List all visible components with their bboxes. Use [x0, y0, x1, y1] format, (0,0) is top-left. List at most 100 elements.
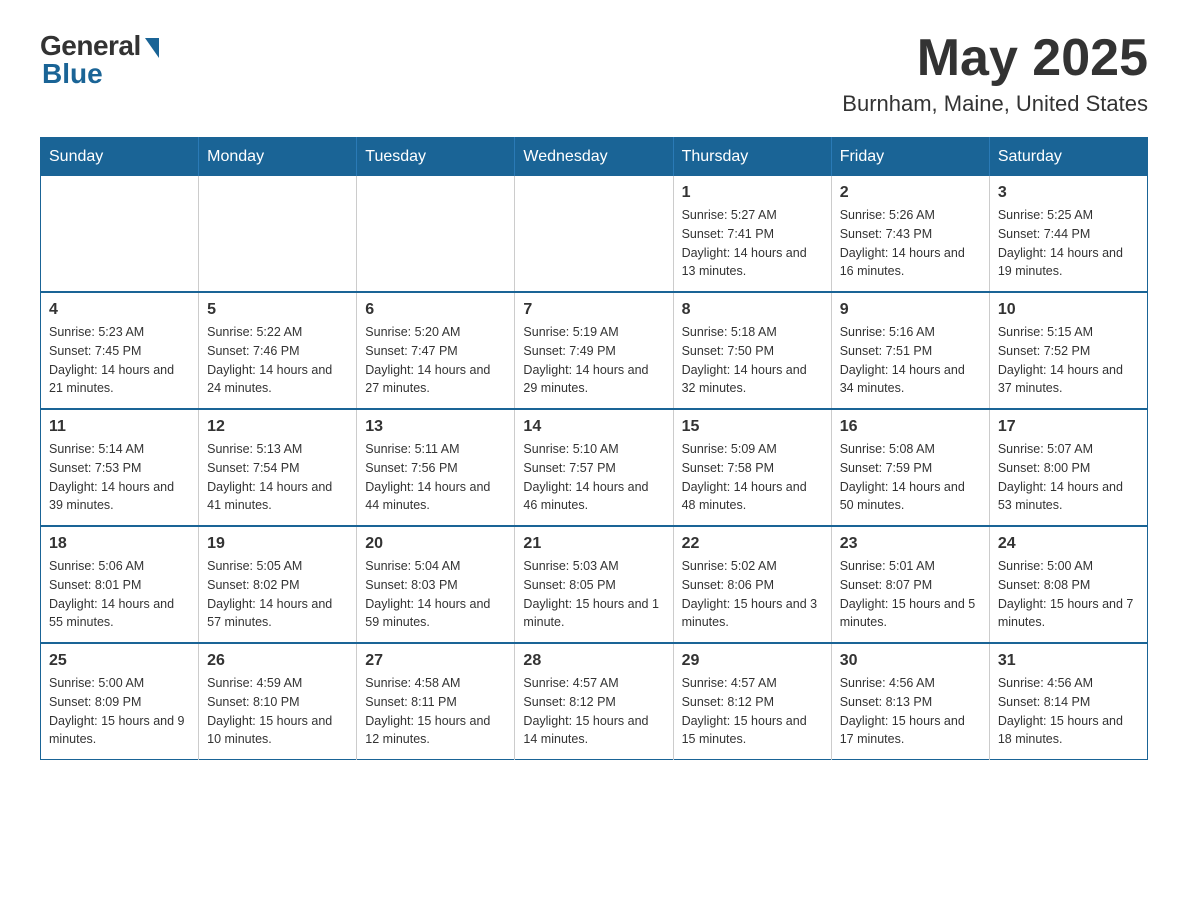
title-section: May 2025 Burnham, Maine, United States	[842, 30, 1148, 117]
calendar-cell: 24 Sunrise: 5:00 AMSunset: 8:08 PMDayligh…	[989, 526, 1147, 643]
day-number: 16	[840, 418, 981, 436]
calendar-week-3: 11 Sunrise: 5:14 AMSunset: 7:53 PMDayligh…	[41, 409, 1148, 526]
day-number: 12	[207, 418, 348, 436]
day-info: Sunrise: 5:04 AMSunset: 8:03 PMDaylight:…	[365, 557, 506, 632]
calendar-cell: 13 Sunrise: 5:11 AMSunset: 7:56 PMDayligh…	[357, 409, 515, 526]
day-number: 11	[49, 418, 190, 436]
header-saturday: Saturday	[989, 138, 1147, 177]
calendar-cell: 8 Sunrise: 5:18 AMSunset: 7:50 PMDaylight…	[673, 292, 831, 409]
calendar-cell: 30 Sunrise: 4:56 AMSunset: 8:13 PMDayligh…	[831, 643, 989, 760]
day-number: 7	[523, 301, 664, 319]
day-number: 27	[365, 652, 506, 670]
calendar-cell: 1Sunrise: 5:27 AMSunset: 7:41 PMDaylight…	[673, 176, 831, 292]
day-info: Sunrise: 4:59 AMSunset: 8:10 PMDaylight:…	[207, 674, 348, 749]
day-info: Sunrise: 5:08 AMSunset: 7:59 PMDaylight:…	[840, 440, 981, 515]
calendar-cell: 21 Sunrise: 5:03 AMSunset: 8:05 PMDayligh…	[515, 526, 673, 643]
day-info: Sunrise: 5:07 AMSunset: 8:00 PMDaylight:…	[998, 440, 1139, 515]
calendar-cell: 5 Sunrise: 5:22 AMSunset: 7:46 PMDaylight…	[199, 292, 357, 409]
day-info: Sunrise: 5:03 AMSunset: 8:05 PMDaylight:…	[523, 557, 664, 632]
day-info: Sunrise: 5:06 AMSunset: 8:01 PMDaylight:…	[49, 557, 190, 632]
day-info: Sunrise: 5:11 AMSunset: 7:56 PMDaylight:…	[365, 440, 506, 515]
logo: General Blue	[40, 30, 159, 90]
calendar-cell: 9 Sunrise: 5:16 AMSunset: 7:51 PMDaylight…	[831, 292, 989, 409]
day-number: 14	[523, 418, 664, 436]
day-number: 4	[49, 301, 190, 319]
calendar-cell: 29Sunrise: 4:57 AMSunset: 8:12 PMDayligh…	[673, 643, 831, 760]
calendar-week-5: 25 Sunrise: 5:00 AMSunset: 8:09 PMDayligh…	[41, 643, 1148, 760]
calendar-cell: 2Sunrise: 5:26 AMSunset: 7:43 PMDaylight…	[831, 176, 989, 292]
day-info: Sunrise: 5:09 AMSunset: 7:58 PMDaylight:…	[682, 440, 823, 515]
calendar-cell: 19 Sunrise: 5:05 AMSunset: 8:02 PMDayligh…	[199, 526, 357, 643]
day-number: 10	[998, 301, 1139, 319]
day-number: 20	[365, 535, 506, 553]
day-number: 25	[49, 652, 190, 670]
day-info: Sunrise: 5:27 AMSunset: 7:41 PMDaylight:…	[682, 206, 823, 281]
day-info: Sunrise: 4:57 AMSunset: 8:12 PMDaylight:…	[682, 674, 823, 749]
day-info: Sunrise: 5:18 AMSunset: 7:50 PMDaylight:…	[682, 323, 823, 398]
calendar-week-1: 1Sunrise: 5:27 AMSunset: 7:41 PMDaylight…	[41, 176, 1148, 292]
day-info: Sunrise: 5:19 AMSunset: 7:49 PMDaylight:…	[523, 323, 664, 398]
calendar-cell: 15 Sunrise: 5:09 AMSunset: 7:58 PMDayligh…	[673, 409, 831, 526]
day-number: 13	[365, 418, 506, 436]
logo-arrow-icon	[145, 38, 159, 58]
day-info: Sunrise: 5:05 AMSunset: 8:02 PMDaylight:…	[207, 557, 348, 632]
day-info: Sunrise: 5:02 AMSunset: 8:06 PMDaylight:…	[682, 557, 823, 632]
header: General Blue May 2025 Burnham, Maine, Un…	[40, 30, 1148, 117]
calendar-cell: 25 Sunrise: 5:00 AMSunset: 8:09 PMDayligh…	[41, 643, 199, 760]
day-info: Sunrise: 5:00 AMSunset: 8:09 PMDaylight:…	[49, 674, 190, 749]
calendar-cell: 23 Sunrise: 5:01 AMSunset: 8:07 PMDayligh…	[831, 526, 989, 643]
day-info: Sunrise: 5:15 AMSunset: 7:52 PMDaylight:…	[998, 323, 1139, 398]
day-info: Sunrise: 5:22 AMSunset: 7:46 PMDaylight:…	[207, 323, 348, 398]
header-friday: Friday	[831, 138, 989, 177]
day-number: 5	[207, 301, 348, 319]
calendar-cell: 11 Sunrise: 5:14 AMSunset: 7:53 PMDayligh…	[41, 409, 199, 526]
day-info: Sunrise: 5:14 AMSunset: 7:53 PMDaylight:…	[49, 440, 190, 515]
calendar-cell: 27Sunrise: 4:58 AMSunset: 8:11 PMDayligh…	[357, 643, 515, 760]
day-info: Sunrise: 5:20 AMSunset: 7:47 PMDaylight:…	[365, 323, 506, 398]
day-number: 18	[49, 535, 190, 553]
location-title: Burnham, Maine, United States	[842, 91, 1148, 117]
day-number: 9	[840, 301, 981, 319]
day-info: Sunrise: 5:13 AMSunset: 7:54 PMDaylight:…	[207, 440, 348, 515]
day-info: Sunrise: 5:01 AMSunset: 8:07 PMDaylight:…	[840, 557, 981, 632]
calendar-cell	[357, 176, 515, 292]
calendar-cell: 12 Sunrise: 5:13 AMSunset: 7:54 PMDayligh…	[199, 409, 357, 526]
calendar-cell: 28 Sunrise: 4:57 AMSunset: 8:12 PMDayligh…	[515, 643, 673, 760]
day-info: Sunrise: 4:56 AMSunset: 8:13 PMDaylight:…	[840, 674, 981, 749]
logo-blue-text: Blue	[42, 58, 103, 90]
day-number: 24	[998, 535, 1139, 553]
header-monday: Monday	[199, 138, 357, 177]
day-number: 8	[682, 301, 823, 319]
calendar-cell: 4 Sunrise: 5:23 AMSunset: 7:45 PMDaylight…	[41, 292, 199, 409]
day-number: 6	[365, 301, 506, 319]
month-title: May 2025	[842, 30, 1148, 87]
day-number: 19	[207, 535, 348, 553]
day-number: 21	[523, 535, 664, 553]
header-tuesday: Tuesday	[357, 138, 515, 177]
day-info: Sunrise: 5:10 AMSunset: 7:57 PMDaylight:…	[523, 440, 664, 515]
calendar-cell	[515, 176, 673, 292]
calendar-cell: 16 Sunrise: 5:08 AMSunset: 7:59 PMDayligh…	[831, 409, 989, 526]
day-number: 3	[998, 184, 1139, 202]
day-info: Sunrise: 4:57 AMSunset: 8:12 PMDaylight:…	[523, 674, 664, 749]
calendar-cell: 10 Sunrise: 5:15 AMSunset: 7:52 PMDayligh…	[989, 292, 1147, 409]
header-sunday: Sunday	[41, 138, 199, 177]
day-info: Sunrise: 5:23 AMSunset: 7:45 PMDaylight:…	[49, 323, 190, 398]
day-info: Sunrise: 5:16 AMSunset: 7:51 PMDaylight:…	[840, 323, 981, 398]
calendar-header-row: SundayMondayTuesdayWednesdayThursdayFrid…	[41, 138, 1148, 177]
day-info: Sunrise: 5:00 AMSunset: 8:08 PMDaylight:…	[998, 557, 1139, 632]
day-number: 23	[840, 535, 981, 553]
header-wednesday: Wednesday	[515, 138, 673, 177]
header-thursday: Thursday	[673, 138, 831, 177]
calendar-cell: 20 Sunrise: 5:04 AMSunset: 8:03 PMDayligh…	[357, 526, 515, 643]
day-number: 15	[682, 418, 823, 436]
calendar-cell: 26Sunrise: 4:59 AMSunset: 8:10 PMDayligh…	[199, 643, 357, 760]
calendar-cell: 22Sunrise: 5:02 AMSunset: 8:06 PMDayligh…	[673, 526, 831, 643]
calendar-week-4: 18 Sunrise: 5:06 AMSunset: 8:01 PMDayligh…	[41, 526, 1148, 643]
day-number: 28	[523, 652, 664, 670]
calendar-week-2: 4 Sunrise: 5:23 AMSunset: 7:45 PMDaylight…	[41, 292, 1148, 409]
day-info: Sunrise: 4:56 AMSunset: 8:14 PMDaylight:…	[998, 674, 1139, 749]
day-number: 30	[840, 652, 981, 670]
calendar-cell: 6 Sunrise: 5:20 AMSunset: 7:47 PMDaylight…	[357, 292, 515, 409]
day-info: Sunrise: 5:26 AMSunset: 7:43 PMDaylight:…	[840, 206, 981, 281]
